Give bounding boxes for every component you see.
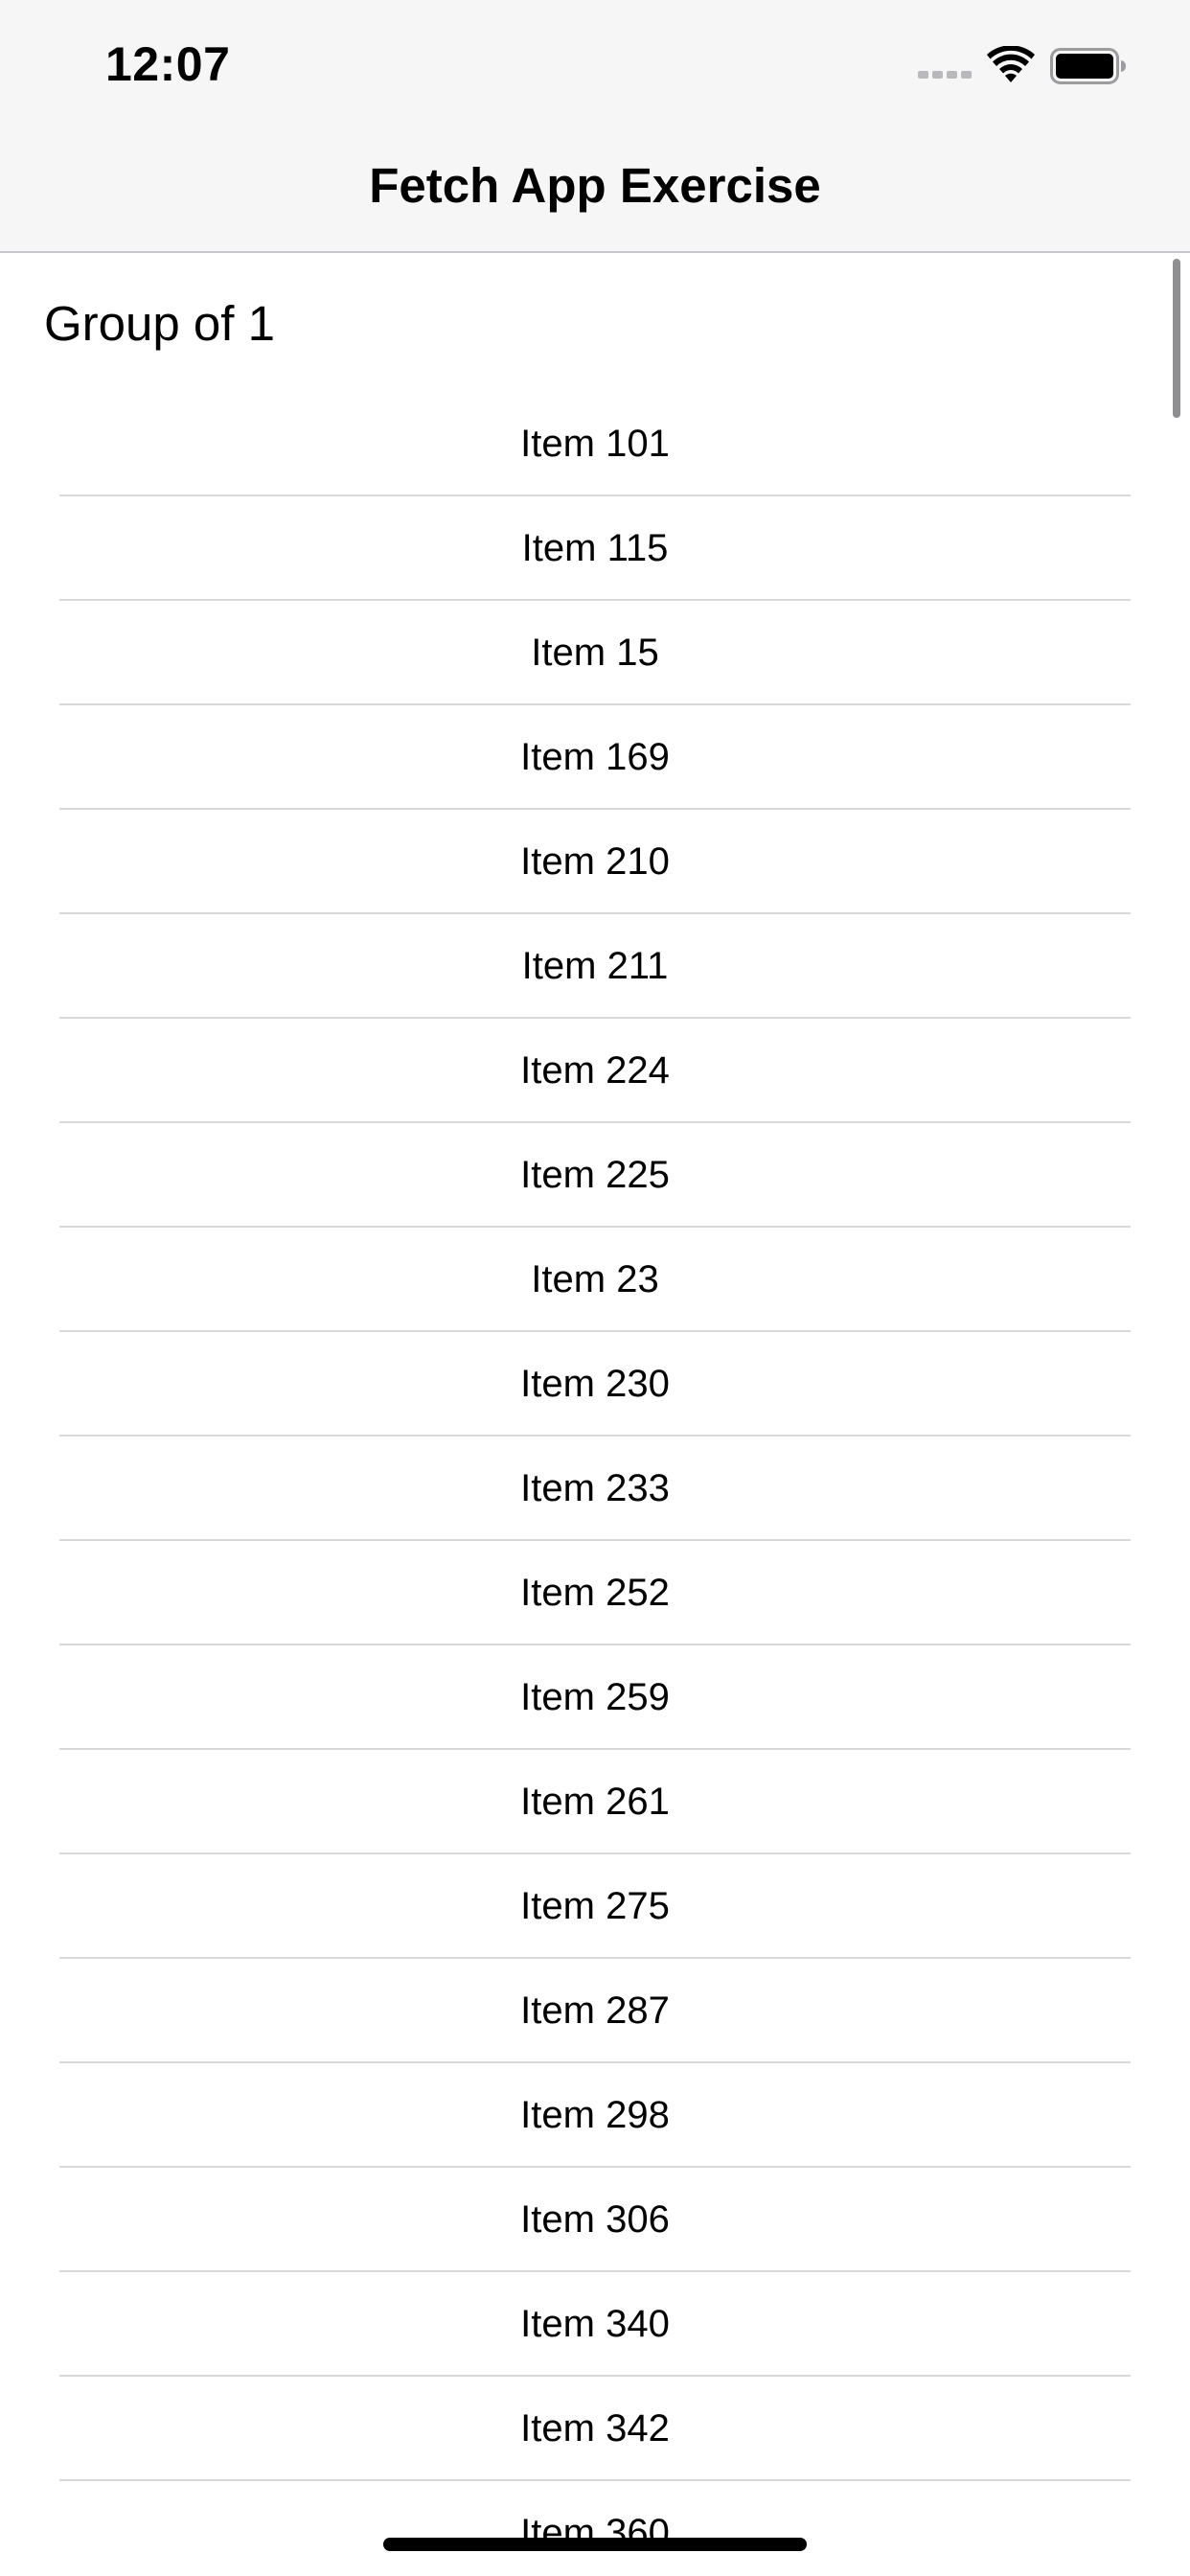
list-item-label: Item 261 — [520, 1781, 670, 1823]
list-item[interactable]: Item 287 — [0, 1959, 1190, 2063]
list-item-label: Item 298 — [520, 2094, 670, 2136]
list-item[interactable]: Item 298 — [0, 2063, 1190, 2168]
list-item-label: Item 23 — [531, 1258, 659, 1300]
status-time: 12:07 — [105, 37, 231, 91]
list-item[interactable]: Item 230 — [0, 1332, 1190, 1437]
list-item[interactable]: Item 169 — [0, 705, 1190, 810]
list-item[interactable]: Item 225 — [0, 1123, 1190, 1228]
list-item[interactable]: Item 23 — [0, 1228, 1190, 1332]
list-item[interactable]: Item 233 — [0, 1437, 1190, 1541]
scroll-indicator[interactable] — [1173, 259, 1180, 418]
list-item-label: Item 15 — [531, 632, 659, 674]
list-item[interactable]: Item 101 — [0, 392, 1190, 496]
list-item-label: Item 275 — [520, 1885, 670, 1927]
list-item-label: Item 169 — [520, 736, 670, 778]
list-item-label: Item 306 — [520, 2198, 670, 2241]
item-list-view[interactable]: Group of 1 Item 101 Item 115 Item 15 Item 1… — [0, 253, 1190, 2576]
list-item[interactable]: Item 224 — [0, 1019, 1190, 1123]
home-indicator[interactable] — [383, 2538, 807, 2551]
list-item[interactable]: Item 275 — [0, 1854, 1190, 1959]
list-item-label: Item 233 — [520, 1467, 670, 1509]
wifi-icon — [987, 45, 1035, 84]
list-item-label: Item 225 — [520, 1154, 670, 1196]
item-list[interactable]: Item 101 Item 115 Item 15 Item 169 Item 210 I… — [0, 392, 1190, 2576]
navigation-bar: Fetch App Exercise — [0, 130, 1190, 253]
battery-icon — [1050, 48, 1127, 84]
list-item[interactable]: Item 115 — [0, 496, 1190, 601]
cellular-signal-icon — [918, 71, 972, 80]
page-title: Fetch App Exercise — [369, 158, 821, 213]
list-item[interactable]: Item 261 — [0, 1750, 1190, 1854]
list-item-label: Item 252 — [520, 1572, 670, 1614]
list-item[interactable]: Item 360 — [0, 2481, 1190, 2576]
list-item[interactable]: Item 211 — [0, 914, 1190, 1019]
section-header: Group of 1 — [44, 296, 275, 351]
list-item-label: Item 101 — [520, 423, 670, 465]
list-item[interactable]: Item 252 — [0, 1541, 1190, 1645]
list-item-label: Item 342 — [520, 2407, 670, 2450]
list-item-label: Item 210 — [520, 840, 670, 883]
list-item-label: Item 211 — [521, 945, 669, 987]
status-bar: 12:07 — [0, 0, 1190, 130]
list-item-label: Item 259 — [520, 1676, 670, 1718]
list-item-label: Item 340 — [520, 2303, 670, 2345]
list-item[interactable]: Item 210 — [0, 810, 1190, 914]
list-item[interactable]: Item 259 — [0, 1645, 1190, 1750]
list-item-label: Item 360 — [520, 2512, 670, 2554]
list-item[interactable]: Item 306 — [0, 2168, 1190, 2272]
list-item-label: Item 115 — [521, 527, 669, 569]
list-item[interactable]: Item 15 — [0, 601, 1190, 705]
list-item[interactable]: Item 340 — [0, 2272, 1190, 2377]
list-item-label: Item 287 — [520, 1990, 670, 2032]
list-item-label: Item 224 — [520, 1049, 670, 1092]
list-item-label: Item 230 — [520, 1363, 670, 1405]
list-item[interactable]: Item 342 — [0, 2377, 1190, 2481]
